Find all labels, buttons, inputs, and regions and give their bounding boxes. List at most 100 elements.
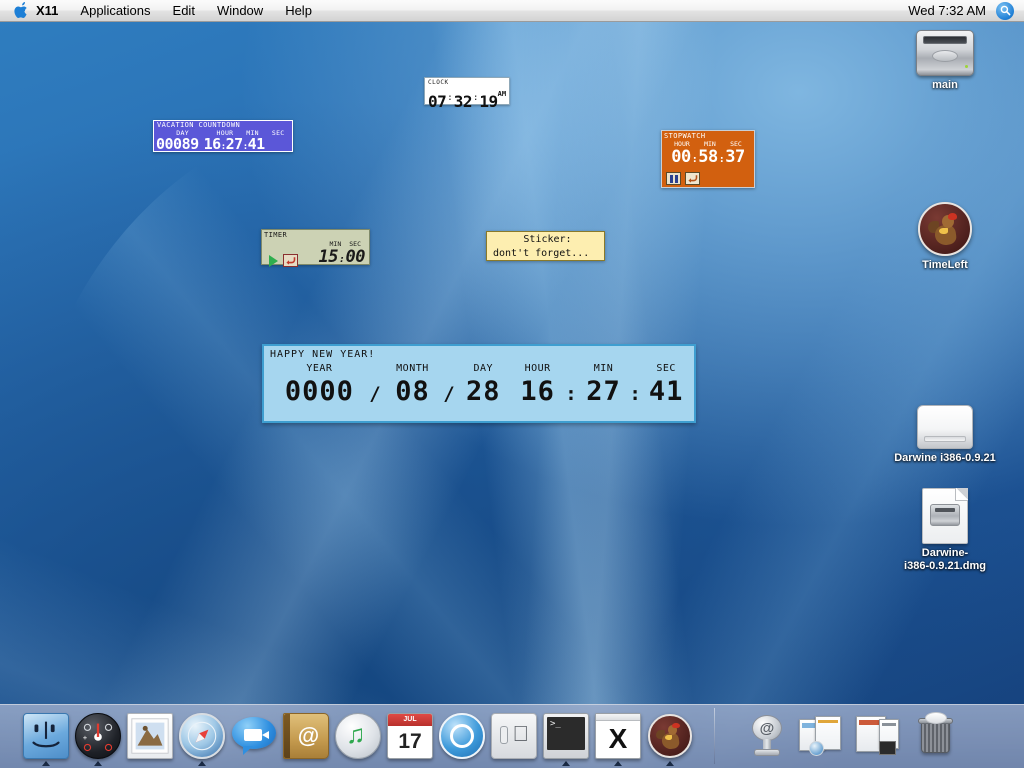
dock-item-documents-stack[interactable]	[793, 708, 851, 766]
new-year-day: 28	[466, 376, 501, 407]
clock-separator: :	[447, 93, 453, 103]
desktop-icon-timeleft[interactable]: TimeLeft	[890, 202, 1000, 272]
clock-second: 19	[479, 92, 498, 111]
dock-item-address-book[interactable]: @	[280, 708, 332, 766]
dock-item-itunes[interactable]: ♫	[332, 708, 384, 766]
terminal-icon: >_	[543, 713, 589, 759]
menu-item-edit[interactable]: Edit	[162, 0, 206, 22]
desktop-icon-darwine-volume[interactable]: Darwine i386-0.9.21	[870, 405, 1020, 465]
sticker-line-1: Sticker:	[523, 234, 572, 245]
menu-item-x11[interactable]: X11	[30, 0, 69, 22]
desktop-icon-main[interactable]: main	[890, 30, 1000, 92]
reset-icon[interactable]	[283, 254, 298, 267]
vacation-header-sec: SEC	[271, 129, 285, 137]
dock-item-mail-stamp[interactable]: @	[741, 708, 793, 766]
timer-controls	[264, 254, 298, 269]
vacation-minutes: 27	[225, 135, 244, 153]
vacation-days: 00089	[156, 135, 199, 153]
running-indicator	[666, 761, 674, 766]
timeleft-icon	[647, 713, 693, 759]
new-year-second: 41	[648, 376, 684, 407]
sticker-widget[interactable]: Sticker: dont't forget...	[486, 231, 605, 261]
vacation-hours: 16	[203, 135, 222, 153]
new-year-time-separator: :	[565, 383, 578, 405]
clock-separator: :	[472, 93, 479, 103]
desktop-icon-darwine-dmg[interactable]: Darwine- i386-0.9.21.dmg	[870, 488, 1020, 573]
stopwatch-readout: 00 : 58 : 37	[664, 148, 752, 169]
menu-bar-clock[interactable]: Wed 7:32 AM	[908, 3, 986, 18]
menu-bar: X11 Applications Edit Window Help Wed 7:…	[0, 0, 1024, 22]
new-year-header-day: DAY	[473, 363, 494, 374]
dock-item-trash[interactable]	[909, 708, 961, 766]
dock-item-finder[interactable]	[20, 708, 72, 766]
vacation-countdown-widget[interactable]: VACATION COUNTDOWN DAY HOUR MIN SEC 0008…	[153, 120, 293, 152]
dock-item-timeleft[interactable]	[644, 708, 696, 766]
safari-icon	[179, 713, 225, 759]
timer-widget[interactable]: TIMER MIN SEC 15 : 00	[261, 229, 370, 267]
stopwatch-controls	[664, 169, 752, 185]
ichat-icon	[231, 713, 277, 759]
menu-item-window[interactable]: Window	[206, 0, 274, 22]
dock-item-x11[interactable]: X	[592, 708, 644, 766]
timer-readout: 15 : 00	[319, 248, 366, 269]
ical-month: JUL	[388, 714, 432, 726]
dock-item-ichat[interactable]	[228, 708, 280, 766]
ical-day: 17	[398, 730, 422, 753]
dock-item-dashboard[interactable]: +	[72, 708, 124, 766]
dock-item-ical[interactable]: JUL 17	[384, 708, 436, 766]
dock-item-terminal[interactable]: >_	[540, 708, 592, 766]
terminal-prompt: >_	[547, 717, 585, 750]
dashboard-icon: +	[75, 713, 121, 759]
desktop-icon-label-line2: i386-0.9.21.dmg	[904, 560, 986, 572]
reset-icon[interactable]	[685, 172, 700, 185]
svg-text:+: +	[83, 733, 88, 742]
new-year-month: 08	[395, 376, 430, 407]
menu-item-help[interactable]: Help	[274, 0, 323, 22]
clock-widget[interactable]: CLOCK 07 : 32 : 19 AM	[424, 77, 510, 110]
clock-minute: 32	[453, 92, 473, 111]
pause-icon[interactable]	[666, 172, 681, 185]
x11-icon: X	[595, 713, 641, 759]
timeleft-app-icon	[918, 202, 972, 256]
stopwatch-widget[interactable]: STOPWATCH HOUR MIN SEC 00 : 58 : 37	[661, 130, 755, 188]
dock-item-downloads-stack[interactable]	[851, 708, 909, 766]
vacation-readout: 00089 16 : 27 : 41	[155, 137, 291, 155]
new-year-headers: YEAR MONTH DAY HOUR MIN SEC	[270, 361, 690, 376]
new-year-year: 0000	[284, 376, 354, 407]
dock: + @ ♫ JUL 17 >_ X @	[0, 704, 1024, 768]
music-note-icon: ♫	[346, 719, 366, 749]
clock-readout: 07 : 32 : 19 AM	[428, 86, 507, 110]
spotlight-search-icon[interactable]	[996, 1, 1014, 20]
stopwatch-hours: 00	[671, 147, 691, 167]
sticker-line-2: dont't forget...	[493, 248, 590, 259]
new-year-header-month: MONTH	[396, 363, 429, 374]
dock-item-mail[interactable]	[124, 708, 176, 766]
desktop-icon-label: main	[932, 79, 958, 91]
vacation-seconds: 41	[247, 135, 266, 153]
desktop-icon-label-line1: Darwine-	[921, 547, 969, 559]
volume-icon	[917, 405, 973, 449]
dock-item-quicktime[interactable]	[436, 708, 488, 766]
mail-icon	[127, 713, 173, 759]
new-year-countdown-widget[interactable]: HAPPY NEW YEAR! YEAR MONTH DAY HOUR MIN …	[262, 344, 696, 423]
dock-stacks-zone: @	[725, 708, 961, 766]
desktop-icon-label: TimeLeft	[922, 259, 968, 271]
running-indicator	[614, 761, 622, 766]
dock-item-safari[interactable]	[176, 708, 228, 766]
apple-logo-icon: 	[513, 723, 530, 745]
new-year-date-separator: /	[443, 383, 456, 405]
stopwatch-seconds: 37	[725, 147, 745, 167]
play-icon[interactable]	[269, 254, 278, 267]
address-book-icon: @	[283, 713, 329, 759]
quicktime-icon	[439, 713, 485, 759]
x11-glyph: X	[608, 722, 628, 754]
apple-logo-icon[interactable]	[12, 2, 30, 20]
menu-item-applications[interactable]: Applications	[69, 0, 161, 22]
timer-seconds: 00	[345, 247, 366, 267]
running-indicator	[562, 761, 570, 766]
timer-caption: TIMER	[264, 231, 288, 239]
running-indicator	[94, 761, 102, 766]
new-year-minute: 27	[586, 376, 621, 407]
dock-item-system-preferences[interactable]: 	[488, 708, 540, 766]
mail-stamp-icon: @	[744, 713, 790, 759]
